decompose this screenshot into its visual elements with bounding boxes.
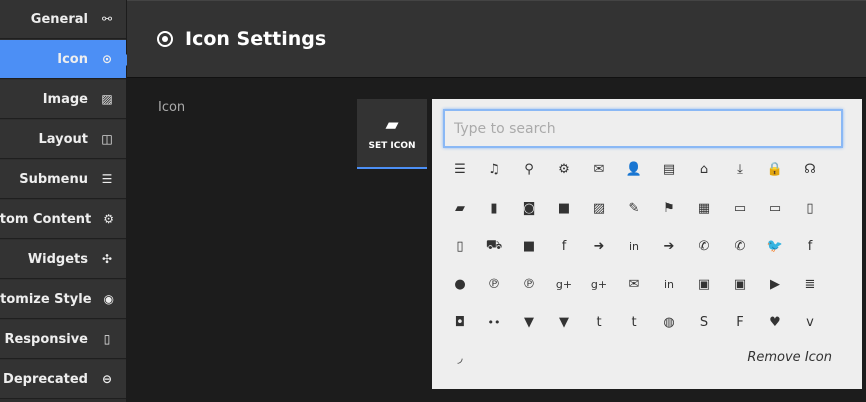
bookmark-icon[interactable]: ▮ bbox=[482, 196, 506, 220]
instagram-icon[interactable]: ◘ bbox=[448, 310, 472, 334]
page-title: Icon Settings bbox=[185, 28, 327, 50]
cogs-icon: ⚙ bbox=[103, 212, 114, 226]
mobile-icon[interactable]: ▯ bbox=[448, 234, 472, 258]
columns-icon: ◫ bbox=[101, 132, 113, 146]
phone-icon[interactable]: ✆ bbox=[692, 234, 716, 258]
film-icon[interactable]: ▤ bbox=[657, 157, 681, 181]
facebook-icon[interactable]: f bbox=[798, 234, 822, 258]
sidebar-item-label: Icon bbox=[57, 51, 88, 67]
rss-icon[interactable]: ◞ bbox=[448, 346, 472, 370]
linkedin-icon[interactable]: in bbox=[657, 272, 681, 296]
puzzle-icon: ✣ bbox=[101, 252, 113, 266]
dribbble-icon[interactable]: ◍ bbox=[657, 310, 681, 334]
facebook-square-icon[interactable]: f bbox=[552, 234, 576, 258]
sidebar-item-label: Custom Content bbox=[0, 211, 92, 227]
headphones-icon[interactable]: ☊ bbox=[798, 157, 822, 181]
sidebar-item-layout[interactable]: Layout ◫ bbox=[0, 120, 126, 159]
map-marker-icon[interactable]: ⚑ bbox=[657, 196, 681, 220]
twitter-icon[interactable]: 🐦 bbox=[763, 234, 787, 258]
remove-icon-link[interactable]: Remove Icon bbox=[747, 350, 832, 365]
html5-icon[interactable]: ▼ bbox=[517, 310, 541, 334]
desktop-icon[interactable]: ▭ bbox=[728, 196, 752, 220]
image-icon: ▨ bbox=[101, 92, 113, 106]
google-plus-square-icon[interactable]: g+ bbox=[552, 272, 576, 296]
sidebar-item-icon[interactable]: Icon ⊙ bbox=[0, 40, 126, 79]
skype-icon[interactable]: S bbox=[692, 310, 716, 334]
icon-picker-popup: Remove Icon ☰ ♫ ⚲ ⚙ ✉ 👤 ▤ ⌂ ⤓ 🔒 ☊ ▰ ▮ ◙ ■ ▨ ✎ ⚑ ▦ ▭ ▭ ▯ ▯ ⛟ ■ f ➜ i… bbox=[432, 99, 862, 389]
sidebar-item-customize-style[interactable]: Customize Style ◉ bbox=[0, 280, 126, 319]
link-icon: ⚯ bbox=[101, 12, 113, 26]
sidebar-item-custom-content[interactable]: Custom Content ⚙ bbox=[0, 200, 126, 239]
tumblr-square-icon[interactable]: t bbox=[622, 310, 646, 334]
sidebar: General ⚯ Icon ⊙ Image ▨ Layout ◫ Submenu ☰ Custom… bbox=[0, 0, 126, 402]
sidebar-item-label: Image bbox=[42, 91, 88, 107]
bars-icon[interactable]: ☰ bbox=[448, 157, 472, 181]
sidebar-item-label: Deprecated bbox=[3, 371, 88, 387]
laptop-icon[interactable]: ▭ bbox=[763, 196, 787, 220]
dot-circle-icon bbox=[157, 31, 173, 47]
video-camera-icon[interactable]: ■ bbox=[552, 196, 576, 220]
youtube-play-icon[interactable]: ▶ bbox=[763, 272, 787, 296]
home-icon[interactable]: ⌂ bbox=[692, 157, 716, 181]
youtube-icon[interactable]: ▣ bbox=[728, 272, 752, 296]
download-icon[interactable]: ⤓ bbox=[728, 157, 752, 181]
sidebar-item-image[interactable]: Image ▨ bbox=[0, 80, 126, 119]
youtube-square-icon[interactable]: ▣ bbox=[692, 272, 716, 296]
set-icon-button[interactable]: ▰ SET ICON bbox=[357, 99, 427, 169]
sidebar-item-label: Widgets bbox=[27, 251, 88, 267]
music-icon[interactable]: ♫ bbox=[482, 157, 506, 181]
icon-search-input[interactable] bbox=[443, 109, 843, 148]
list-alt-icon: ☰ bbox=[101, 172, 113, 186]
sidebar-item-label: Responsive bbox=[4, 331, 88, 347]
foursquare-icon[interactable]: F bbox=[728, 310, 752, 334]
heart-circle-icon[interactable]: ♥ bbox=[763, 310, 787, 334]
page-header: Icon Settings bbox=[127, 0, 866, 78]
linkedin-square-icon[interactable]: in bbox=[622, 234, 646, 258]
sign-out-icon[interactable]: ➜ bbox=[587, 234, 611, 258]
sidebar-item-responsive[interactable]: Responsive ▯ bbox=[0, 320, 126, 359]
icon-field-label: Icon bbox=[158, 100, 186, 115]
cog-icon[interactable]: ⚙ bbox=[552, 157, 576, 181]
tablet-icon: ▯ bbox=[103, 332, 111, 346]
sidebar-item-label: Layout bbox=[38, 131, 88, 147]
flickr-icon[interactable]: •• bbox=[482, 310, 506, 334]
pencil-icon[interactable]: ✎ bbox=[622, 196, 646, 220]
sign-in-icon[interactable]: ➔ bbox=[657, 234, 681, 258]
book-icon[interactable]: ▰ bbox=[448, 196, 472, 220]
calendar-icon[interactable]: ▦ bbox=[692, 196, 716, 220]
picture-icon[interactable]: ▨ bbox=[587, 196, 611, 220]
book-icon: ▰ bbox=[385, 115, 399, 135]
github-icon[interactable]: ● bbox=[448, 272, 472, 296]
envelope-icon[interactable]: ✉ bbox=[622, 272, 646, 296]
tablet-icon[interactable]: ▯ bbox=[798, 196, 822, 220]
twitter-square-icon[interactable]: ■ bbox=[517, 234, 541, 258]
shopping-cart-icon[interactable]: ⛟ bbox=[482, 234, 506, 258]
lock-icon[interactable]: 🔒 bbox=[763, 157, 787, 181]
google-plus-icon[interactable]: g+ bbox=[587, 272, 611, 296]
user-icon[interactable]: 👤 bbox=[622, 157, 646, 181]
sidebar-item-deprecated[interactable]: Deprecated ⊖ bbox=[0, 360, 126, 399]
set-icon-label: SET ICON bbox=[368, 141, 416, 151]
eye-icon: ◉ bbox=[103, 292, 114, 306]
sidebar-item-label: Customize Style bbox=[0, 291, 92, 307]
stack-overflow-icon[interactable]: ≣ bbox=[798, 272, 822, 296]
dot-circle-icon: ⊙ bbox=[101, 52, 113, 66]
vimeo-square-icon[interactable]: v bbox=[798, 310, 822, 334]
minus-circle-icon: ⊖ bbox=[101, 372, 113, 386]
pinterest-icon[interactable]: ℗ bbox=[482, 272, 506, 296]
sidebar-item-widgets[interactable]: Widgets ✣ bbox=[0, 240, 126, 279]
css3-icon[interactable]: ▼ bbox=[552, 310, 576, 334]
envelope-o-icon[interactable]: ✉ bbox=[587, 157, 611, 181]
phone-square-icon[interactable]: ✆ bbox=[728, 234, 752, 258]
sidebar-item-label: General bbox=[30, 11, 88, 27]
camera-icon[interactable]: ◙ bbox=[517, 196, 541, 220]
sidebar-item-general[interactable]: General ⚯ bbox=[0, 0, 126, 39]
sidebar-item-submenu[interactable]: Submenu ☰ bbox=[0, 160, 126, 199]
sidebar-item-label: Submenu bbox=[19, 171, 88, 187]
tumblr-icon[interactable]: t bbox=[587, 310, 611, 334]
pinterest-square-icon[interactable]: ℗ bbox=[517, 272, 541, 296]
search-icon[interactable]: ⚲ bbox=[517, 157, 541, 181]
